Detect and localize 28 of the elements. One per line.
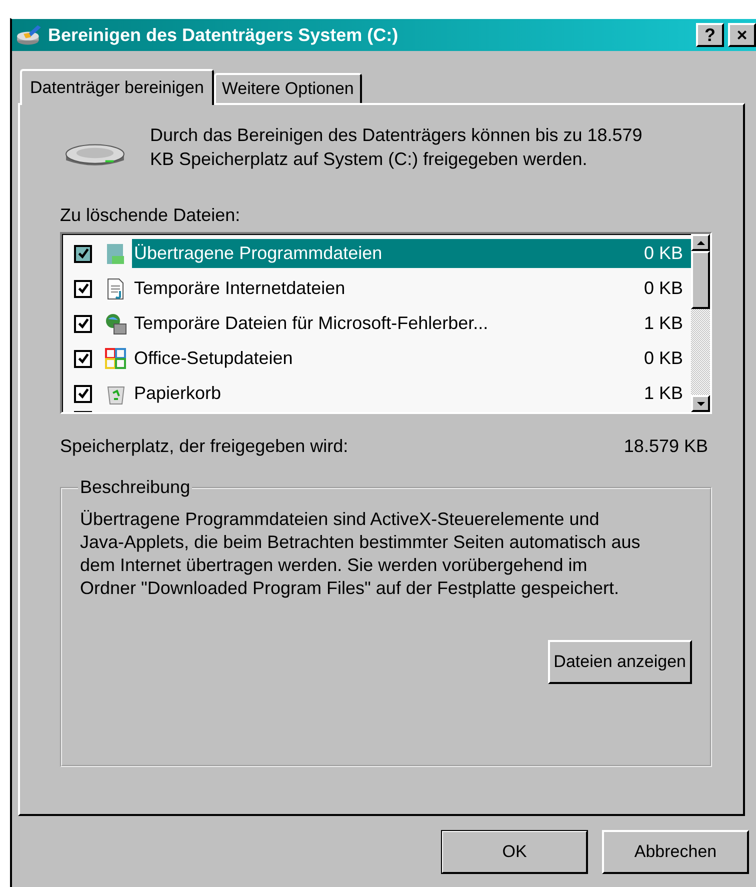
description-text: Übertragene Programmdateien sind ActiveX-Steuerelemente und Java-Applets, die beim Betrachten bestimmter Seiten automatisch aus dem Internet übertragen werden. Sie werden vorübergehend im Ordner "Downloaded Program Files" auf der Festplatte gespeichert. bbox=[80, 508, 642, 600]
checkbox[interactable] bbox=[74, 280, 92, 298]
tab[interactable]: Datenträger bereinigen bbox=[20, 69, 214, 105]
space-label: Speicherplatz, der freigegeben wird: bbox=[60, 436, 348, 457]
file-row[interactable]: Papierkorb 1 KB bbox=[132, 379, 691, 408]
file-row[interactable]: Temporäre Dateien für Microsoft-Fehlerber... 1 KB bbox=[132, 309, 691, 338]
ok-button[interactable]: OK bbox=[441, 830, 588, 874]
file-row[interactable]: Office-Setupdateien 0 KB bbox=[132, 344, 691, 373]
space-value: 18.579 KB bbox=[624, 436, 708, 457]
checkbox[interactable] bbox=[74, 350, 92, 368]
tab[interactable]: Weitere Optionen bbox=[214, 73, 362, 103]
scroll-thumb[interactable] bbox=[691, 251, 710, 309]
scrollbar[interactable] bbox=[691, 234, 710, 412]
setup-icon bbox=[104, 346, 128, 372]
checkbox[interactable] bbox=[74, 384, 92, 402]
files-label: Zu löschende Dateien: bbox=[60, 205, 242, 226]
help-button[interactable]: ? bbox=[696, 23, 724, 47]
window-title: Bereinigen des Datenträgers System (C:) bbox=[48, 24, 400, 46]
checkbox[interactable] bbox=[74, 314, 92, 332]
cancel-button[interactable]: Abbrechen bbox=[602, 830, 749, 874]
disk-brush-icon bbox=[16, 24, 42, 46]
intro-text: Durch das Bereinigen des Datenträgers können bis zu 18.579 KB Speicherplatz auf System (C:) freigegeben werden. bbox=[150, 124, 644, 171]
close-button[interactable]: × bbox=[728, 23, 756, 47]
show-files-button[interactable]: Dateien anzeigen bbox=[548, 640, 692, 684]
file-row[interactable]: Übertragene Programmdateien 0 KB bbox=[132, 239, 691, 268]
file-row[interactable]: Temporäre Internetdateien 0 KB bbox=[132, 274, 691, 303]
checkbox[interactable] bbox=[74, 244, 92, 262]
group-title: Beschreibung bbox=[79, 477, 192, 498]
